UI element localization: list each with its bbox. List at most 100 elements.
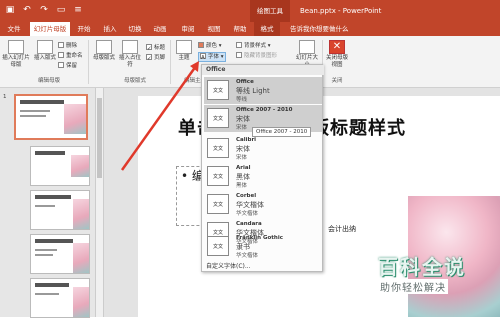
tab-view[interactable]: 视图: [204, 22, 224, 36]
font-option-franklin-gothic[interactable]: 文文 Franklin Gothic 隶书 华文楷体: [204, 233, 322, 259]
preview-title: [20, 100, 64, 104]
slide-thumbnail-pane: 1: [0, 88, 96, 318]
bg-styles-dropdown[interactable]: 背景样式 ▾: [236, 42, 271, 50]
font-preview-icon: 文文: [207, 166, 229, 186]
tab-help[interactable]: 帮助: [230, 22, 250, 36]
font-option-name: Office 2007 - 2010: [236, 107, 293, 113]
font-body-sample: 华文楷体: [236, 211, 259, 217]
preview-line: [35, 293, 59, 295]
rename-button[interactable]: 重命名: [58, 52, 83, 60]
colors-label: 颜色: [206, 43, 218, 49]
preview-image: [73, 199, 89, 229]
placeholder-icon: [122, 40, 138, 54]
preview-line: [20, 110, 50, 112]
font-option-office[interactable]: 文文 Office 等线 Light 等线: [204, 77, 322, 104]
master-layout-icon: [96, 40, 112, 54]
bg-styles-label: 背景样式: [244, 43, 267, 49]
preview-image: [73, 287, 89, 317]
save-icon[interactable]: ▣: [4, 4, 16, 16]
preview-line: [20, 115, 46, 117]
insert-placeholder-button[interactable]: 插入占位符: [117, 40, 143, 69]
title-checkbox[interactable]: ✓ 标题: [146, 44, 165, 52]
slide-size-icon: [299, 40, 315, 54]
tab-slide-master[interactable]: 幻灯片母版: [30, 22, 70, 36]
tab-animations[interactable]: 动画: [150, 22, 170, 36]
font-option-calibri[interactable]: 文文 Calibri 宋体 宋体: [204, 135, 322, 162]
insert-master-button[interactable]: 插入幻灯片母版: [2, 40, 30, 69]
fonts-dropdown[interactable]: A 字体 ▾: [198, 52, 226, 62]
tab-review[interactable]: 审阅: [178, 22, 198, 36]
slide-preview[interactable]: [14, 94, 88, 140]
slide-preview[interactable]: [30, 146, 90, 186]
footer-checkbox[interactable]: ✓ 页脚: [146, 54, 165, 62]
thumbnail-scrollbar[interactable]: [96, 88, 104, 317]
document-title: Bean.pptx - PowerPoint: [300, 7, 382, 15]
quick-access-toolbar: ▣ ↶ ↷ ▭ ≡: [4, 4, 84, 16]
font-body-sample: 等线: [236, 97, 248, 103]
delete-button[interactable]: 删除: [58, 42, 77, 50]
custom-fonts-link[interactable]: 自定义字体(C)...: [206, 261, 251, 270]
tab-transitions[interactable]: 切换: [125, 22, 145, 36]
preview-title: [35, 151, 65, 155]
master-layout-button[interactable]: 母版版式: [92, 40, 116, 62]
font-option-name: Office: [236, 79, 254, 85]
font-option-arial[interactable]: 文文 Arial 黑体 黑体: [204, 163, 322, 190]
title-check-label: 标题: [154, 45, 166, 51]
font-option-name: Corbel: [236, 193, 257, 199]
slide-master-icon: [8, 40, 24, 54]
font-preview-icon: 文文: [207, 236, 229, 256]
font-preview-icon: 文文: [207, 138, 229, 158]
theme-button[interactable]: 主题: [174, 40, 194, 62]
fonts-icon: A: [200, 53, 206, 61]
customize-qat-icon[interactable]: ≡: [72, 4, 84, 16]
insert-layout-button[interactable]: 插入版式: [33, 40, 57, 62]
ribbon-tabs: 文件 幻灯片母版 开始 插入 切换 动画 审阅 视图 帮助 格式 告诉我你想要做…: [0, 22, 500, 36]
tab-file[interactable]: 文件: [4, 22, 24, 36]
insert-master-label: 插入幻灯片母版: [2, 55, 30, 68]
colors-dropdown[interactable]: 颜色 ▾: [198, 42, 222, 50]
watermark-subtitle: 助你轻松解决: [378, 279, 448, 294]
present-icon[interactable]: ▭: [55, 4, 67, 16]
preview-title: [35, 283, 69, 287]
tab-home[interactable]: 开始: [74, 22, 94, 36]
colors-icon: [198, 42, 204, 48]
theme-icon: [176, 40, 192, 54]
tooltip: Office 2007 - 2010: [252, 127, 312, 137]
group-edit-master-label: 编辑母版: [37, 78, 60, 84]
insert-placeholder-label: 插入占位符: [118, 55, 141, 68]
font-option-name: Calibri: [236, 137, 257, 143]
checkbox-icon: ✓: [146, 54, 152, 62]
bg-styles-icon: [236, 42, 242, 48]
preview-image: [71, 155, 89, 177]
font-preview-icon: 文文: [207, 80, 229, 100]
watermark-title: 百科全说: [378, 255, 466, 279]
font-body-sample: 宋体: [236, 155, 248, 161]
close-master-view-button[interactable]: ✕ 关闭母版视图: [326, 40, 348, 69]
slide-preview[interactable]: [30, 278, 90, 318]
undo-icon[interactable]: ↶: [21, 4, 33, 16]
preview-title: [35, 195, 71, 199]
preview-title: [35, 239, 73, 243]
slide-preview[interactable]: [30, 234, 90, 274]
tab-format[interactable]: 格式: [254, 22, 280, 36]
preserve-button[interactable]: 保留: [58, 62, 77, 70]
hide-bg-checkbox[interactable]: 隐藏背景图形: [236, 52, 277, 60]
master-layout-label: 母版版式: [92, 55, 115, 61]
context-tools-label: 绘图工具: [250, 0, 290, 22]
preview-line: [35, 254, 53, 256]
footer-check-label: 页脚: [154, 55, 166, 61]
pin-icon: [58, 62, 64, 68]
font-option-name: Arial: [236, 165, 251, 171]
redo-icon[interactable]: ↷: [38, 4, 50, 16]
checkbox-icon: ✓: [146, 44, 152, 52]
title-bar: ▣ ↶ ↷ ▭ ≡ 绘图工具 Bean.pptx - PowerPoint: [0, 0, 500, 22]
tab-insert[interactable]: 插入: [100, 22, 120, 36]
slide-preview[interactable]: [30, 190, 90, 230]
hide-bg-label: 隐藏背景图形: [244, 53, 278, 59]
scrollbar-thumb[interactable]: [97, 98, 102, 178]
close-master-label: 关闭母版视图: [326, 55, 349, 68]
close-icon: ✕: [329, 40, 345, 54]
tell-me-search[interactable]: 告诉我你想要做什么: [290, 22, 400, 36]
font-option-corbel[interactable]: 文文 Corbel 华文楷体 华文楷体: [204, 191, 322, 218]
fonts-label: 字体: [208, 54, 220, 60]
